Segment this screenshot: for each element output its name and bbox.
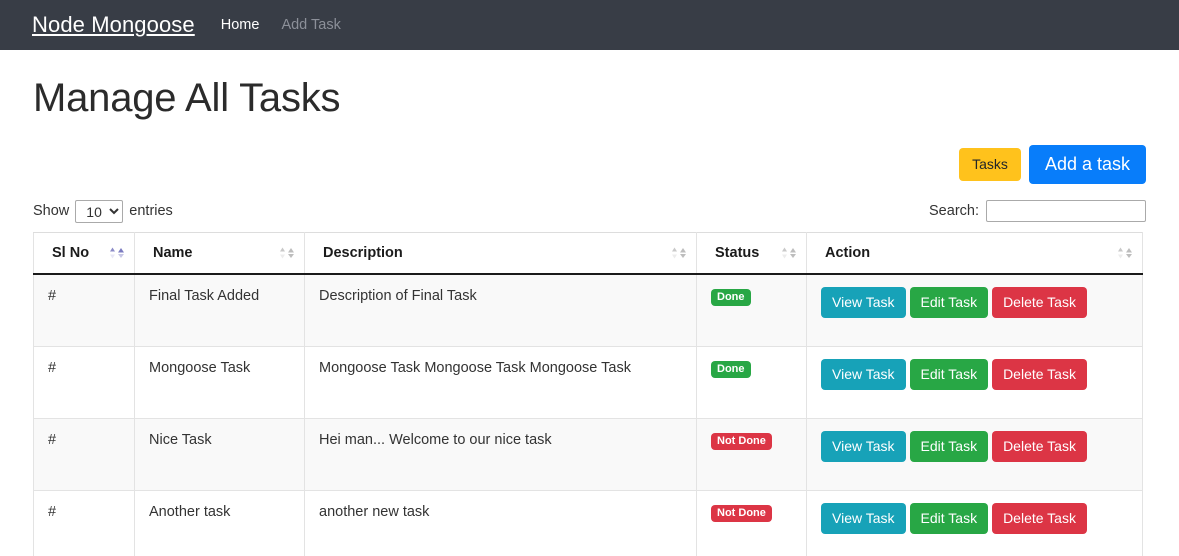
sort-arrows-icon[interactable] bbox=[781, 246, 797, 259]
cell-status: Done bbox=[697, 346, 807, 418]
column-label: Status bbox=[715, 245, 759, 261]
column-header-description[interactable]: Description bbox=[305, 232, 697, 274]
action-buttons: View Task Edit Task Delete Task bbox=[821, 287, 1128, 318]
column-label: Sl No bbox=[52, 245, 89, 261]
column-label: Action bbox=[825, 245, 870, 261]
page-title: Manage All Tasks bbox=[33, 76, 1146, 120]
tasks-table: Sl No Name Description bbox=[33, 232, 1143, 556]
cell-action: View Task Edit Task Delete Task bbox=[807, 490, 1143, 556]
sort-arrows-icon[interactable] bbox=[1117, 246, 1133, 259]
top-navbar: Node Mongoose Home Add Task bbox=[0, 0, 1179, 50]
view-task-button[interactable]: View Task bbox=[821, 287, 906, 318]
table-row: # Mongoose Task Mongoose Task Mongoose T… bbox=[34, 346, 1143, 418]
cell-name: Nice Task bbox=[135, 418, 305, 490]
nav-link-add-task[interactable]: Add Task bbox=[281, 17, 340, 33]
cell-status: Not Done bbox=[697, 418, 807, 490]
cell-action: View Task Edit Task Delete Task bbox=[807, 346, 1143, 418]
status-badge: Done bbox=[711, 289, 751, 306]
action-buttons: View Task Edit Task Delete Task bbox=[821, 359, 1128, 390]
cell-sl-no: # bbox=[34, 490, 135, 556]
entries-label: entries bbox=[129, 203, 173, 219]
top-action-bar: Tasks Add a task bbox=[33, 145, 1146, 184]
delete-task-button[interactable]: Delete Task bbox=[992, 287, 1087, 318]
cell-sl-no: # bbox=[34, 274, 135, 347]
cell-name: Another task bbox=[135, 490, 305, 556]
search-control: Search: bbox=[929, 200, 1146, 222]
cell-sl-no: # bbox=[34, 346, 135, 418]
search-label: Search: bbox=[929, 203, 979, 219]
view-task-button[interactable]: View Task bbox=[821, 503, 906, 534]
search-input[interactable] bbox=[986, 200, 1146, 222]
edit-task-button[interactable]: Edit Task bbox=[910, 359, 989, 390]
edit-task-button[interactable]: Edit Task bbox=[910, 503, 989, 534]
table-body: # Final Task Added Description of Final … bbox=[34, 274, 1143, 556]
cell-description: Description of Final Task bbox=[305, 274, 697, 347]
table-header-row: Sl No Name Description bbox=[34, 232, 1143, 274]
cell-action: View Task Edit Task Delete Task bbox=[807, 418, 1143, 490]
action-buttons: View Task Edit Task Delete Task bbox=[821, 503, 1128, 534]
datatable-controls: Show 10 entries Search: bbox=[33, 200, 1146, 223]
cell-description: Hei man... Welcome to our nice task bbox=[305, 418, 697, 490]
cell-sl-no: # bbox=[34, 418, 135, 490]
sort-arrows-icon[interactable] bbox=[671, 246, 687, 259]
table-row: # Nice Task Hei man... Welcome to our ni… bbox=[34, 418, 1143, 490]
tasks-button[interactable]: Tasks bbox=[959, 148, 1021, 181]
nav-link-home[interactable]: Home bbox=[221, 17, 260, 33]
cell-action: View Task Edit Task Delete Task bbox=[807, 274, 1143, 347]
action-buttons: View Task Edit Task Delete Task bbox=[821, 431, 1128, 462]
cell-description: Mongoose Task Mongoose Task Mongoose Tas… bbox=[305, 346, 697, 418]
sort-arrows-icon[interactable] bbox=[279, 246, 295, 259]
column-header-action[interactable]: Action bbox=[807, 232, 1143, 274]
cell-status: Done bbox=[697, 274, 807, 347]
edit-task-button[interactable]: Edit Task bbox=[910, 287, 989, 318]
column-header-name[interactable]: Name bbox=[135, 232, 305, 274]
table-row: # Final Task Added Description of Final … bbox=[34, 274, 1143, 347]
status-badge: Not Done bbox=[711, 433, 772, 450]
cell-name: Mongoose Task bbox=[135, 346, 305, 418]
column-label: Name bbox=[153, 245, 193, 261]
view-task-button[interactable]: View Task bbox=[821, 359, 906, 390]
table-row: # Another task another new task Not Done… bbox=[34, 490, 1143, 556]
add-a-task-button[interactable]: Add a task bbox=[1029, 145, 1146, 184]
column-header-status[interactable]: Status bbox=[697, 232, 807, 274]
nav-links: Home Add Task bbox=[221, 17, 341, 33]
page-length-control: Show 10 entries bbox=[33, 200, 173, 223]
delete-task-button[interactable]: Delete Task bbox=[992, 503, 1087, 534]
view-task-button[interactable]: View Task bbox=[821, 431, 906, 462]
brand-link[interactable]: Node Mongoose bbox=[32, 12, 195, 38]
delete-task-button[interactable]: Delete Task bbox=[992, 359, 1087, 390]
cell-description: another new task bbox=[305, 490, 697, 556]
sort-arrows-icon-active[interactable] bbox=[109, 246, 125, 259]
column-header-sl-no[interactable]: Sl No bbox=[34, 232, 135, 274]
page-length-select[interactable]: 10 bbox=[75, 200, 123, 223]
column-label: Description bbox=[323, 245, 403, 261]
table-head: Sl No Name Description bbox=[34, 232, 1143, 274]
status-badge: Done bbox=[711, 361, 751, 378]
status-badge: Not Done bbox=[711, 505, 772, 522]
cell-name: Final Task Added bbox=[135, 274, 305, 347]
page-content: Manage All Tasks Tasks Add a task Show 1… bbox=[0, 76, 1179, 556]
edit-task-button[interactable]: Edit Task bbox=[910, 431, 989, 462]
cell-status: Not Done bbox=[697, 490, 807, 556]
delete-task-button[interactable]: Delete Task bbox=[992, 431, 1087, 462]
show-label: Show bbox=[33, 203, 69, 219]
